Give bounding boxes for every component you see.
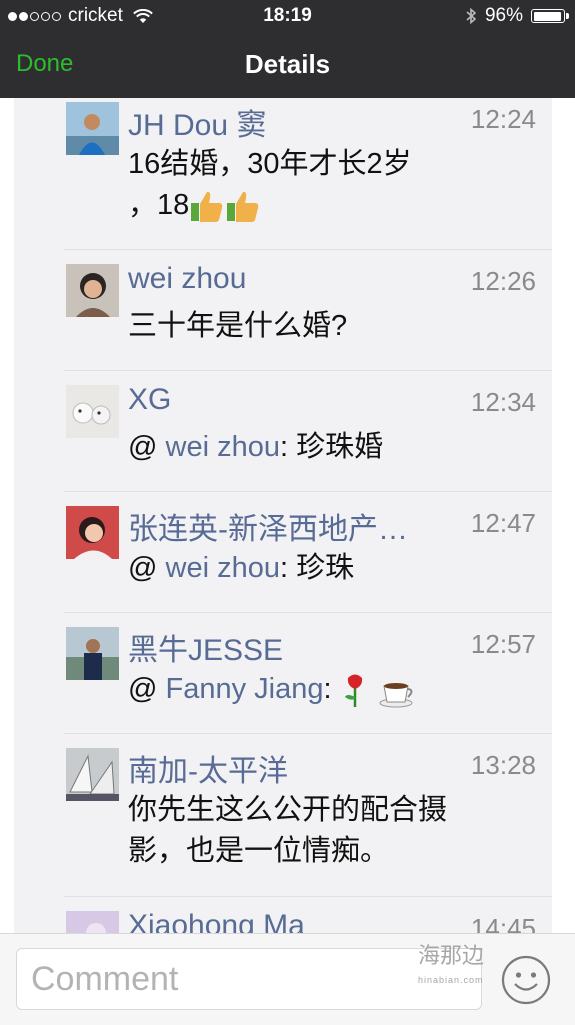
thumbs-up-icon (227, 192, 259, 223)
comment-text: 你先生这么公开的配合摄 影，也是一位情痴。 (128, 790, 528, 872)
mention-link[interactable]: wei zhou (166, 431, 280, 463)
avatar[interactable] (66, 264, 119, 317)
coffee-icon (379, 683, 413, 708)
comment-author[interactable]: JH Dou 窦 (128, 100, 266, 144)
comment-input[interactable] (16, 948, 482, 1010)
comment-text: 16结婚，30年才长2岁 ，18 (128, 144, 528, 226)
navigation-bar: Done Details (0, 32, 575, 98)
comment-item: 张连英-新泽西地产… 12:47 @ wei zhou: 珍珠 (64, 491, 552, 613)
avatar[interactable] (66, 506, 119, 559)
comment-text-line: ，18 (128, 185, 528, 226)
avatar[interactable] (66, 385, 119, 438)
comment-text-line: 影，也是一位情痴。 (128, 835, 390, 867)
comment-item: JH Dou 窦 12:24 16结婚，30年才长2岁 ，18 (64, 98, 552, 249)
avatar[interactable] (66, 102, 119, 155)
comment-author[interactable]: wei zhou (128, 262, 246, 296)
watermark-sub: hinabian.com (418, 975, 484, 985)
comment-item: 南加-太平洋 13:28 你先生这么公开的配合摄 影，也是一位情痴。 (64, 733, 552, 897)
mention-prefix: @ (128, 431, 166, 463)
comment-body: : 珍珠 (279, 552, 355, 584)
comment-author[interactable]: 黑牛JESSE (128, 625, 283, 669)
comment-item: Xiaohong Ma 14:45 (64, 896, 552, 933)
comment-author[interactable]: Xiaohong Ma (128, 909, 305, 933)
comment-body: : (323, 673, 340, 705)
comment-body: : 珍珠婚 (279, 431, 384, 463)
status-bar: cricket 18:19 96% (0, 0, 575, 32)
comment-text-line: 你先生这么公开的配合摄 (128, 794, 448, 826)
comment-author[interactable]: 张连英-新泽西地产… (128, 504, 453, 548)
mention-link[interactable]: Fanny Jiang (166, 673, 324, 705)
page-title: Details (244, 49, 331, 79)
comment-list[interactable]: JH Dou 窦 12:24 16结婚，30年才长2岁 ，18 wei zhou… (14, 98, 552, 933)
comment-time: 12:26 (470, 266, 536, 296)
comment-bar: 海那边 hinabian.com (0, 933, 575, 1025)
comment-text: @ wei zhou: 珍珠 (128, 548, 528, 589)
comment-item: XG 12:34 @ wei zhou: 珍珠婚 (64, 370, 552, 492)
emoji-icon[interactable] (500, 954, 552, 1006)
battery-icon (531, 9, 569, 23)
comment-author[interactable]: XG (128, 383, 171, 417)
comment-time: 12:57 (470, 629, 536, 659)
avatar[interactable] (66, 627, 119, 680)
avatar[interactable] (66, 748, 119, 801)
comment-item: wei zhou 12:26 三十年是什么婚? (64, 249, 552, 371)
comment-time: 12:24 (470, 104, 536, 134)
rose-icon (344, 674, 362, 708)
watermark: 海那边 hinabian.com (418, 944, 484, 992)
mention-prefix: @ (128, 673, 166, 705)
top-bar: cricket 18:19 96% Done Details (0, 0, 575, 98)
comment-text: @ wei zhou: 珍珠婚 (128, 427, 528, 468)
comment-time: 12:34 (470, 387, 536, 417)
comment-item: 黑牛JESSE 12:57 @ Fanny Jiang: (64, 612, 552, 734)
battery-percent: 96% (484, 5, 523, 26)
comment-time: 14:45 (470, 913, 536, 933)
mention-link[interactable]: wei zhou (166, 552, 280, 584)
comment-author[interactable]: 南加-太平洋 (128, 746, 288, 790)
bluetooth-icon (466, 7, 477, 25)
comment-text: @ Fanny Jiang: (128, 669, 528, 710)
comment-text-line: 16结婚，30年才长2岁 (128, 148, 412, 180)
thumbs-up-icon (191, 192, 223, 223)
avatar[interactable] (66, 911, 119, 933)
status-right: 96% (465, 5, 569, 27)
mention-prefix: @ (128, 552, 166, 584)
comment-text-tail: ，18 (128, 189, 190, 221)
comment-time: 12:47 (470, 508, 536, 538)
watermark-main: 海那边 (418, 943, 485, 968)
comment-time: 13:28 (470, 750, 536, 780)
comment-text: 三十年是什么婚? (128, 310, 348, 342)
